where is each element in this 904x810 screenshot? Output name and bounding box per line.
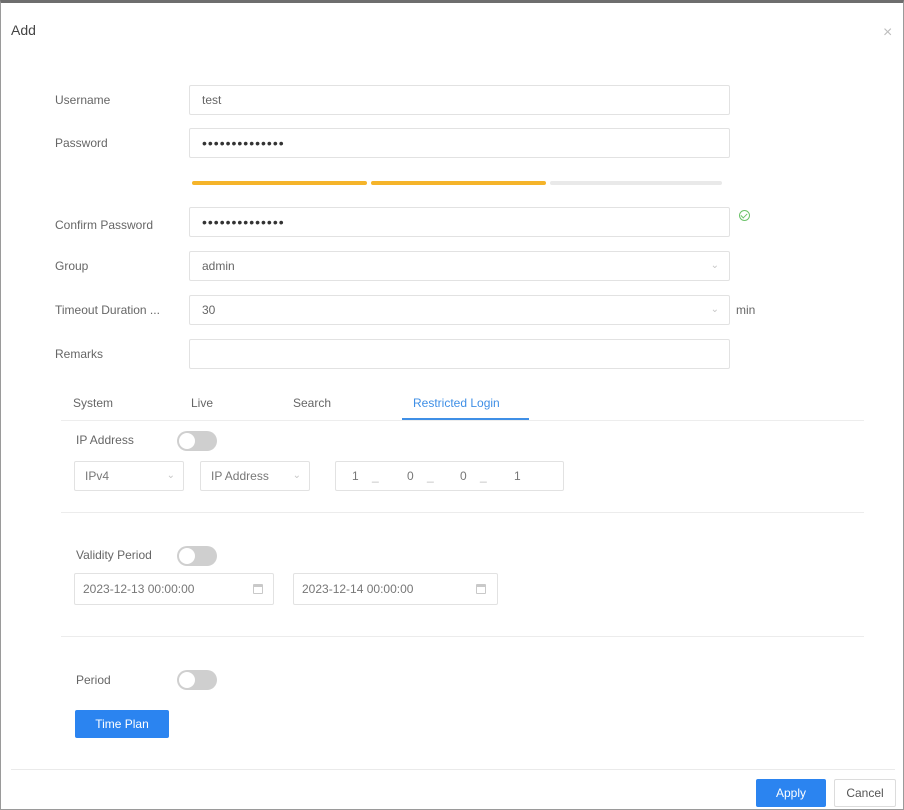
check-circle-icon: [739, 210, 750, 221]
footer-divider: [11, 769, 895, 770]
ip-octet-3[interactable]: 0: [460, 469, 467, 483]
tab-live[interactable]: Live: [191, 396, 213, 410]
close-icon[interactable]: ×: [883, 25, 892, 41]
validity-start-date[interactable]: 2023-12-13 00:00:00: [74, 573, 274, 605]
group-label: Group: [55, 259, 89, 273]
tab-search[interactable]: Search: [293, 396, 331, 410]
tab-restricted-login[interactable]: Restricted Login: [413, 396, 500, 410]
section-divider: [61, 636, 864, 637]
ip-address-toggle[interactable]: [177, 431, 217, 451]
password-strength-segment-3: [550, 181, 722, 185]
calendar-icon: [253, 584, 263, 594]
apply-button[interactable]: Apply: [756, 779, 826, 807]
calendar-icon: [476, 584, 486, 594]
period-label: Period: [76, 673, 111, 687]
validity-end-date[interactable]: 2023-12-14 00:00:00: [293, 573, 498, 605]
username-input[interactable]: test: [189, 85, 730, 115]
group-select[interactable]: admin ⌄: [189, 251, 730, 281]
ip-octet-4[interactable]: 1: [514, 469, 521, 483]
tab-system[interactable]: System: [73, 396, 113, 410]
confirm-password-label: Confirm Password: [55, 218, 154, 232]
ip-version-select[interactable]: IPv4 ⌄: [74, 461, 184, 491]
remarks-label: Remarks: [55, 347, 104, 361]
password-strength-segment-1: [192, 181, 367, 185]
ip-separator: _: [372, 469, 379, 483]
ip-address-label: IP Address: [76, 433, 134, 447]
chevron-down-icon: ⌄: [710, 260, 719, 271]
ip-mode-value: IP Address: [211, 469, 269, 483]
validity-period-label: Validity Period: [76, 548, 152, 562]
timeout-label: Timeout Duration ...: [55, 303, 160, 317]
validity-start-value: 2023-12-13 00:00:00: [83, 582, 195, 596]
validity-end-value: 2023-12-14 00:00:00: [302, 582, 414, 596]
toggle-knob: [179, 433, 195, 449]
ip-version-value: IPv4: [85, 469, 110, 483]
ip-mode-select[interactable]: IP Address ⌄: [200, 461, 310, 491]
chevron-down-icon: ⌄: [710, 304, 719, 315]
timeout-select-value: 30: [202, 303, 216, 317]
password-strength-segment-2: [371, 181, 546, 185]
active-tab-indicator: [402, 418, 529, 420]
chevron-down-icon: ⌄: [292, 470, 301, 481]
password-label: Password: [55, 136, 108, 150]
cancel-button[interactable]: Cancel: [834, 779, 896, 807]
confirm-password-input[interactable]: ••••••••••••••: [189, 207, 730, 237]
timeout-unit: min: [736, 303, 756, 317]
section-divider: [61, 512, 864, 513]
ip-octet-1[interactable]: 1: [352, 469, 359, 483]
chevron-down-icon: ⌄: [166, 470, 175, 481]
ip-address-input[interactable]: 1 _ 0 _ 0 _ 1: [335, 461, 564, 491]
remarks-input[interactable]: [189, 339, 730, 369]
add-user-dialog: Add × Username test Password •••••••••••…: [0, 0, 904, 810]
password-input[interactable]: ••••••••••••••: [189, 128, 730, 158]
ip-octet-2[interactable]: 0: [407, 469, 414, 483]
timeout-select[interactable]: 30 ⌄: [189, 295, 730, 325]
validity-period-toggle[interactable]: [177, 546, 217, 566]
period-toggle[interactable]: [177, 670, 217, 690]
group-select-value: admin: [202, 259, 235, 273]
toggle-knob: [179, 672, 195, 688]
ip-separator: _: [480, 469, 487, 483]
time-plan-button[interactable]: Time Plan: [75, 710, 169, 738]
dialog-title: Add: [11, 22, 36, 38]
ip-separator: _: [427, 469, 434, 483]
toggle-knob: [179, 548, 195, 564]
permission-tabs: System Live Search Restricted Login: [61, 386, 864, 421]
username-label: Username: [55, 93, 111, 107]
